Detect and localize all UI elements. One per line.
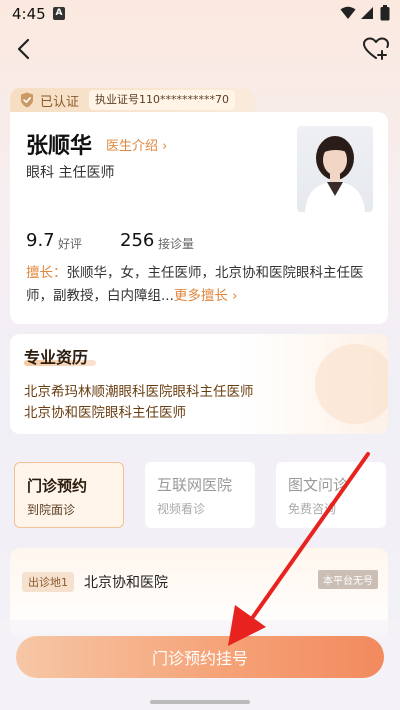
tab-internet-hospital[interactable]: 互联网医院 视频看诊	[145, 462, 255, 528]
consult-label: 接诊量	[158, 237, 195, 251]
doctor-photo	[297, 126, 373, 212]
specialty-text: 擅长：张顺华，女，主任医师，北京协和医院眼科主任医师，副教授，白内障组...更多…	[26, 262, 378, 308]
experience-title: 专业资历	[24, 348, 89, 367]
doctor-title: 眼科 主任医师	[26, 165, 115, 181]
doctor-profile-card: 张顺华 医生介绍 › 眼科 主任医师 9.7 好评 256 接诊量 擅长：张顺华…	[10, 112, 388, 324]
doctor-name: 张顺华	[26, 134, 93, 159]
more-specialty-link[interactable]: 更多擅长 ›	[174, 288, 238, 304]
clinic-location-tag: 出诊地1	[22, 572, 74, 592]
tab-subtitle: 视频看诊	[157, 502, 206, 516]
status-bar: 4:45 A	[0, 0, 400, 28]
certified-label: 已认证	[40, 94, 80, 110]
signal-icon	[361, 7, 373, 19]
tab-title: 互联网医院	[157, 476, 233, 494]
experience-line: 北京希玛林顺潮眼科医院眼科主任医师	[24, 384, 254, 400]
notification-icon: A	[53, 7, 65, 20]
rating-label: 好评	[58, 237, 83, 251]
tab-subtitle: 到院面诊	[27, 503, 76, 517]
certification-badge: 已认证 执业证号110**********70	[10, 88, 255, 112]
doctor-portrait-icon	[305, 136, 365, 212]
license-number: 执业证号110**********70	[89, 90, 236, 110]
tab-text-consult[interactable]: 图文问诊 免费咨询	[276, 462, 386, 528]
wifi-icon	[340, 6, 356, 19]
experience-card: 专业资历 北京希玛林顺潮眼科医院眼科主任医师 北京协和医院眼科主任医师	[10, 334, 388, 434]
consult-count: 256	[120, 230, 155, 251]
status-time: 4:45	[12, 5, 46, 23]
tab-outpatient[interactable]: 门诊预约 到院面诊	[14, 462, 124, 528]
home-indicator	[150, 700, 250, 704]
experience-line: 北京协和医院眼科主任医师	[24, 405, 186, 421]
back-button[interactable]	[12, 36, 38, 62]
tab-subtitle: 免费咨询	[288, 502, 337, 516]
clinic-status-badge: 本平台无号	[318, 570, 378, 589]
star-badge-icon	[315, 344, 388, 424]
specialty-label: 擅长：	[26, 265, 67, 281]
favorite-button[interactable]	[362, 36, 390, 62]
tab-title: 图文问诊	[288, 476, 349, 494]
tab-title: 门诊预约	[27, 477, 88, 495]
rating-value: 9.7	[26, 230, 55, 251]
battery-icon	[380, 5, 390, 21]
shield-check-icon	[21, 92, 33, 108]
book-appointment-button[interactable]: 门诊预约挂号	[16, 636, 384, 678]
clinic-name: 北京协和医院	[84, 575, 168, 591]
doctor-intro-link[interactable]: 医生介绍 ›	[106, 135, 167, 154]
